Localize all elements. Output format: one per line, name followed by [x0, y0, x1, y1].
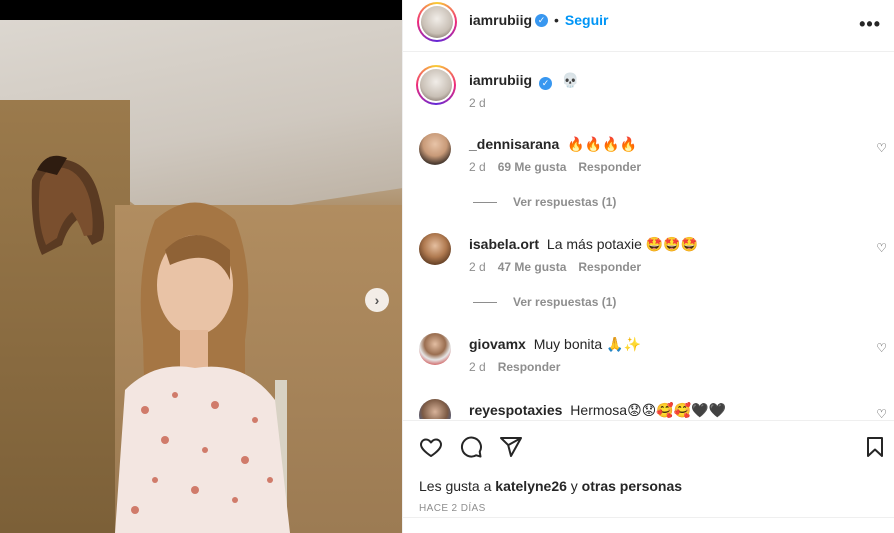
view-replies-button[interactable]: Ver respuestas (1) [473, 295, 616, 309]
comments-list[interactable]: iamrubiig ✓ 💀 2 d _dennisarana 🔥🔥🔥🔥 2 d 6… [403, 53, 894, 419]
comment-likes[interactable]: 47 Me gusta [498, 260, 567, 274]
post-photo-area: › [0, 0, 402, 533]
author-username[interactable]: iamrubiig [469, 12, 532, 28]
like-comment-icon[interactable]: ♡ [876, 341, 887, 355]
more-options-icon[interactable]: ••• [859, 14, 881, 35]
list-item: _dennisarana 🔥🔥🔥🔥 2 d 69 Me gusta Respon… [403, 131, 894, 221]
comment-username[interactable]: isabela.ort [469, 236, 539, 252]
comment-time: 2 d [469, 160, 486, 174]
person-figure [115, 202, 290, 533]
comment-icon[interactable] [459, 435, 483, 459]
caption-text: 💀 [561, 72, 580, 88]
like-comment-icon[interactable]: ♡ [876, 141, 887, 155]
share-icon[interactable] [499, 435, 523, 459]
comment-likes[interactable]: 69 Me gusta [498, 160, 567, 174]
liker-username[interactable]: katelyne26 [495, 478, 567, 494]
commenter-avatar[interactable] [419, 333, 451, 365]
carousel-next-button[interactable]: › [365, 288, 389, 312]
comment-text: Muy bonita 🙏✨ [533, 336, 641, 352]
post-header: iamrubiig ✓ • Seguir ••• [403, 0, 894, 52]
list-item: reyespotaxies Hermosa😟😟🥰🥰🖤🖤 ♡ [403, 397, 894, 419]
comment-text: Hermosa😟😟🥰🥰🖤🖤 [570, 402, 727, 418]
comment-text: 🔥🔥🔥🔥 [567, 136, 637, 152]
follow-button[interactable]: Seguir [565, 12, 609, 28]
caption: iamrubiig ✓ 💀 2 d [403, 63, 894, 123]
heart-icon[interactable] [419, 435, 443, 459]
separator-dot: • [554, 12, 559, 28]
comment-time: 2 d [469, 260, 486, 274]
bookmark-icon[interactable] [863, 435, 887, 459]
post-actions-bar [403, 420, 894, 476]
commenter-avatar[interactable] [419, 133, 451, 165]
post-photo: › [0, 20, 402, 533]
caption-time: 2 d [469, 96, 486, 110]
list-item: giovamx Muy bonita 🙏✨ 2 d Responder ♡ [403, 331, 894, 391]
like-comment-icon[interactable]: ♡ [876, 241, 887, 255]
verified-badge-icon: ✓ [535, 13, 549, 27]
reply-button[interactable]: Responder [578, 160, 641, 174]
caption-avatar[interactable] [416, 65, 456, 105]
comment-time: 2 d [469, 360, 486, 374]
like-comment-icon[interactable]: ♡ [876, 407, 887, 419]
view-replies-label: Ver respuestas (1) [513, 195, 617, 209]
commenter-avatar[interactable] [419, 399, 451, 419]
verified-badge-icon: ✓ [539, 77, 553, 90]
add-comment-bar[interactable] [403, 517, 894, 533]
comment-username[interactable]: giovamx [469, 336, 526, 352]
post-timestamp: HACE 2 DÍAS [419, 503, 486, 514]
commenter-avatar[interactable] [419, 233, 451, 265]
comment-text: La más potaxie 🤩🤩🤩 [546, 236, 699, 252]
likes-and: y [570, 478, 578, 494]
comment-username[interactable]: reyespotaxies [469, 402, 562, 418]
caption-username[interactable]: iamrubiig [469, 72, 532, 88]
author-avatar[interactable] [417, 2, 457, 42]
post-side-panel: iamrubiig ✓ • Seguir ••• iamrubiig ✓ 💀 2 … [402, 0, 894, 533]
view-replies-label: Ver respuestas (1) [513, 295, 617, 309]
comment-username[interactable]: _dennisarana [469, 136, 559, 152]
likes-prefix: Les gusta a [419, 478, 492, 494]
view-replies-button[interactable]: Ver respuestas (1) [473, 195, 616, 209]
reply-button[interactable]: Responder [498, 360, 561, 374]
other-likers-link[interactable]: otras personas [582, 478, 682, 494]
reply-button[interactable]: Responder [578, 260, 641, 274]
likes-summary: Les gusta a katelyne26 y otras personas [419, 478, 682, 494]
chevron-right-icon: › [374, 292, 380, 308]
list-item: isabela.ort La más potaxie 🤩🤩🤩 2 d 47 Me… [403, 231, 894, 321]
